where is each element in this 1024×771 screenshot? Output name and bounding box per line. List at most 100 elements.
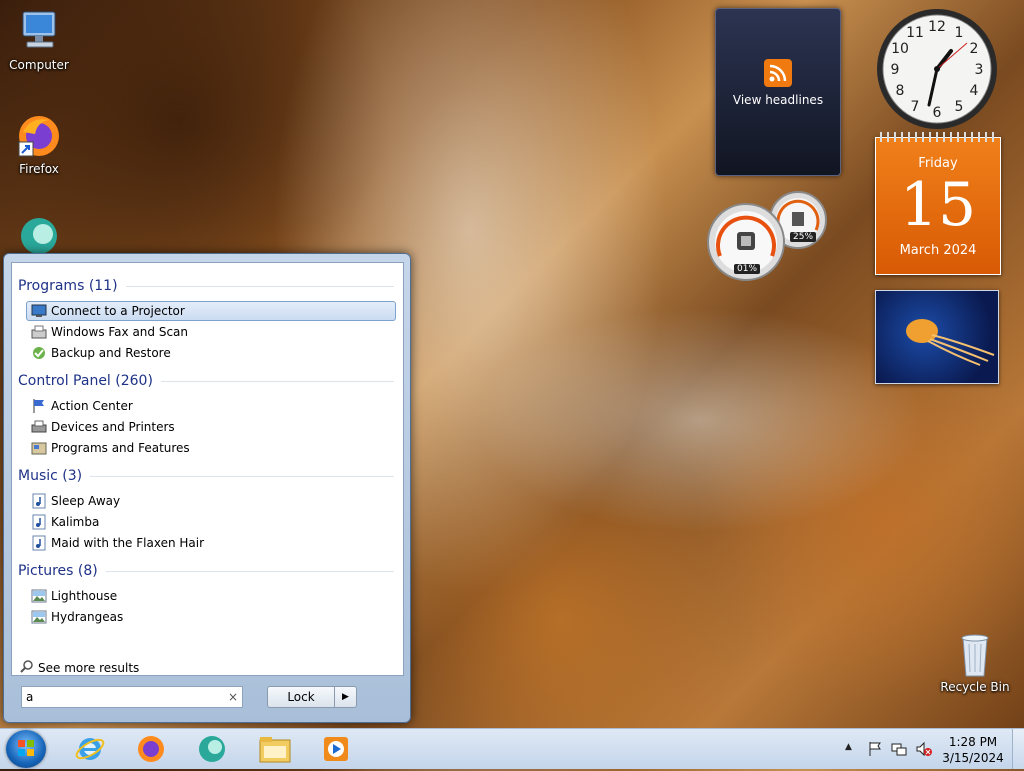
recycle-bin-icon — [951, 630, 999, 678]
feed-headlines-gadget[interactable]: View headlines — [715, 8, 841, 176]
show-desktop-button[interactable] — [1012, 729, 1024, 769]
feed-headlines-label: View headlines — [732, 93, 824, 107]
result-label: Action Center — [51, 399, 133, 413]
result-label: Lighthouse — [51, 589, 118, 603]
result-backup-restore[interactable]: Backup and Restore — [26, 343, 396, 363]
result-kalimba[interactable]: Kalimba — [26, 512, 396, 532]
svg-text:7: 7 — [911, 99, 920, 115]
taskbar-chat-app[interactable] — [190, 731, 234, 767]
volume-muted-icon[interactable] — [915, 741, 933, 760]
analog-clock-face: 12 12 345 678 91011 — [877, 9, 997, 129]
result-fax-scan[interactable]: Windows Fax and Scan — [26, 322, 396, 342]
result-label: Maid with the Flaxen Hair — [51, 536, 205, 550]
taskbar-clock[interactable]: 1:28 PM 3/15/2024 — [940, 734, 1006, 766]
picture-file-icon — [31, 588, 47, 604]
music-file-icon — [31, 493, 47, 509]
rss-icon — [764, 59, 792, 87]
svg-text:3: 3 — [975, 62, 984, 78]
group-header-programs[interactable]: Programs (11) — [18, 276, 394, 296]
taskbar-internet-explorer[interactable] — [68, 731, 112, 767]
see-more-results-link[interactable]: See more results — [20, 659, 139, 676]
chat-app-icon — [199, 736, 225, 762]
taskbar-file-explorer[interactable] — [253, 731, 297, 767]
result-programs-features[interactable]: Programs and Features — [26, 438, 396, 458]
computer-icon — [15, 8, 63, 56]
start-button[interactable] — [6, 730, 46, 768]
search-results-pane: Programs (11) Connect to a Projector Win… — [11, 262, 404, 676]
calendar-gadget[interactable]: Friday 15 March 2024 — [875, 132, 1001, 275]
result-connect-projector[interactable]: Connect to a Projector — [26, 301, 396, 321]
desktop-icon-firefox[interactable]: Firefox — [4, 112, 74, 176]
windows-logo-icon — [18, 740, 34, 756]
cpu-percent: 01% — [734, 264, 761, 274]
result-label: Windows Fax and Scan — [51, 325, 189, 339]
folder-icon — [259, 737, 291, 763]
taskbar-firefox[interactable] — [129, 731, 173, 767]
group-title: Control Panel (260) — [18, 373, 153, 389]
result-action-center[interactable]: Action Center — [26, 396, 396, 416]
result-lighthouse[interactable]: Lighthouse — [26, 586, 396, 606]
clear-search-icon[interactable]: × — [224, 690, 242, 704]
cpu-meter-gadget[interactable]: 01% 25% — [706, 190, 832, 284]
fax-icon — [31, 324, 47, 340]
svg-text:5: 5 — [955, 99, 964, 115]
svg-text:1: 1 — [955, 25, 964, 41]
taskbar-media-player[interactable] — [314, 731, 358, 767]
taskbar: ▲ 1:28 PM 3/15/2024 — [0, 728, 1024, 769]
slideshow-gadget[interactable] — [875, 290, 999, 384]
lock-button[interactable]: Lock — [267, 686, 335, 708]
action-center-flag-icon[interactable] — [867, 741, 883, 760]
calendar-weekday: Friday — [918, 156, 958, 171]
result-devices-printers[interactable]: Devices and Printers — [26, 417, 396, 437]
taskbar-time: 1:28 PM — [948, 735, 998, 749]
group-header-music[interactable]: Music (3) — [18, 466, 394, 486]
media-player-icon — [324, 737, 348, 761]
result-label: Connect to a Projector — [51, 304, 185, 318]
flag-icon — [31, 398, 47, 414]
shutdown-options-arrow-icon[interactable]: ▶ — [335, 686, 357, 708]
desktop-icon-label: Computer — [9, 58, 69, 72]
music-file-icon — [31, 535, 47, 551]
result-hydrangeas[interactable]: Hydrangeas — [26, 607, 396, 627]
picture-file-icon — [31, 609, 47, 625]
result-label: Programs and Features — [51, 441, 190, 455]
result-maid-flaxen-hair[interactable]: Maid with the Flaxen Hair — [26, 533, 396, 553]
calendar-rings — [880, 132, 996, 142]
programs-features-icon — [31, 440, 47, 456]
svg-text:6: 6 — [933, 105, 942, 121]
clock-gadget[interactable]: 12 1 2 345 678 9 10 11 — [875, 7, 999, 131]
start-menu: Programs (11) Connect to a Projector Win… — [3, 253, 411, 723]
result-label: Devices and Printers — [51, 420, 175, 434]
printer-icon — [31, 419, 47, 435]
group-header-pictures[interactable]: Pictures (8) — [18, 561, 394, 581]
start-search-box[interactable]: × — [21, 686, 243, 708]
svg-text:12: 12 — [928, 19, 946, 35]
network-icon[interactable] — [891, 741, 907, 760]
svg-text:2: 2 — [970, 41, 979, 57]
svg-text:9: 9 — [891, 62, 900, 78]
taskbar-date: 3/15/2024 — [942, 751, 1004, 765]
group-title: Programs (11) — [18, 278, 118, 294]
svg-text:8: 8 — [896, 83, 905, 99]
result-label: Hydrangeas — [51, 610, 124, 624]
show-hidden-icons-icon[interactable]: ▲ — [845, 742, 852, 752]
group-title: Music (3) — [18, 468, 83, 484]
firefox-icon — [138, 736, 164, 762]
music-file-icon — [31, 514, 47, 530]
result-label: Kalimba — [51, 515, 100, 529]
group-header-control-panel[interactable]: Control Panel (260) — [18, 371, 394, 391]
calendar-month-year: March 2024 — [899, 243, 977, 258]
start-search-input[interactable] — [22, 688, 225, 706]
internet-explorer-icon — [75, 738, 105, 760]
svg-text:10: 10 — [891, 41, 909, 57]
see-more-label: See more results — [38, 660, 140, 675]
jellyfish-photo — [906, 319, 995, 366]
desktop-icon-label: Firefox — [19, 162, 59, 176]
desktop-icon-recycle-bin[interactable]: Recycle Bin — [940, 630, 1010, 694]
svg-text:4: 4 — [970, 83, 979, 99]
svg-text:11: 11 — [906, 25, 924, 41]
search-magnifier-icon — [20, 659, 34, 676]
desktop-icon-computer[interactable]: Computer — [4, 8, 74, 72]
result-sleep-away[interactable]: Sleep Away — [26, 491, 396, 511]
result-label: Backup and Restore — [51, 346, 171, 360]
